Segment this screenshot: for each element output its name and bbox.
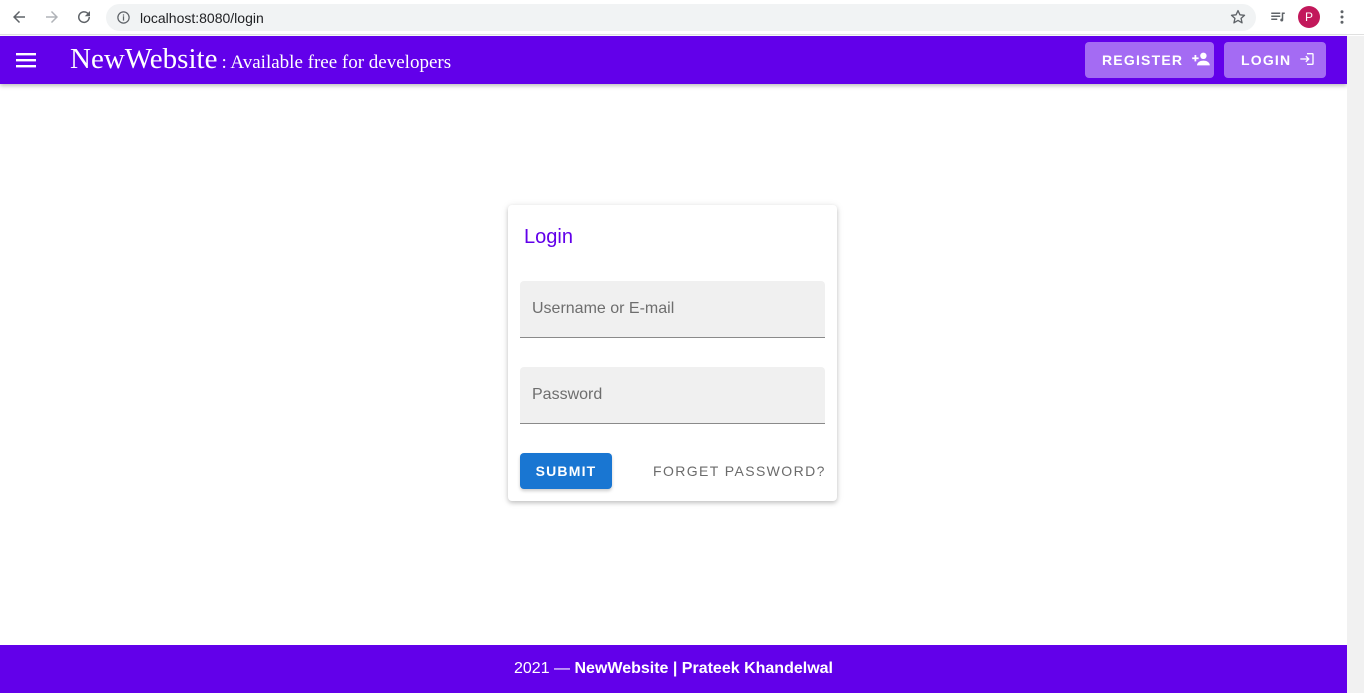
address-bar[interactable]: localhost:8080/login [106,4,1256,31]
browser-toolbar: localhost:8080/login P [0,0,1364,35]
footer-separator: — [549,660,575,677]
url-text[interactable]: localhost:8080/login [140,10,264,26]
login-card: Login SUBMIT FORGET PASSWORD? [508,205,837,501]
forget-password-button[interactable]: FORGET PASSWORD? [648,453,831,489]
forward-icon[interactable] [41,6,63,28]
profile-avatar[interactable]: P [1298,6,1320,28]
username-input[interactable] [520,281,825,337]
login-icon [1299,51,1315,70]
password-input[interactable] [520,367,825,423]
login-title: Login [524,226,573,248]
password-field[interactable] [520,367,825,424]
username-field[interactable] [520,281,825,338]
menu-icon[interactable] [12,48,40,72]
brand-name: NewWebsite [70,43,218,75]
submit-button[interactable]: SUBMIT [520,453,612,489]
back-icon[interactable] [8,6,30,28]
site-title[interactable]: NewWebsite : Available free for develope… [70,43,451,76]
app-bar: NewWebsite : Available free for develope… [0,36,1347,84]
reload-icon[interactable] [73,6,95,28]
login-label: LOGIN [1241,52,1292,68]
star-icon[interactable] [1229,8,1247,31]
login-button[interactable]: LOGIN [1224,42,1326,78]
footer-year: 2021 [514,660,550,677]
register-label: REGISTER [1102,52,1184,68]
person-add-icon [1191,51,1211,70]
page-scrollbar[interactable] [1347,36,1364,693]
reading-list-icon[interactable] [1267,6,1289,28]
info-icon[interactable] [116,10,131,30]
brand-tagline: : Available free for developers [221,52,452,73]
register-button[interactable]: REGISTER [1085,42,1214,78]
more-vert-icon[interactable] [1331,6,1353,28]
footer-credit: NewWebsite | Prateek Khandelwal [574,660,833,677]
footer: 2021 — NewWebsite | Prateek Khandelwal [0,645,1347,693]
